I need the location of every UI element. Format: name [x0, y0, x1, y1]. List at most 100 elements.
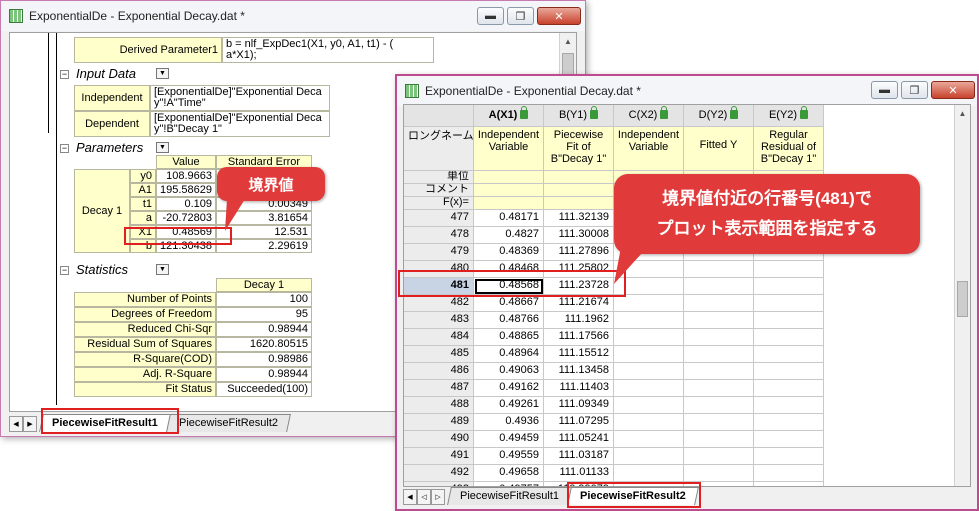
cell-a[interactable]: 0.49559 [474, 448, 544, 465]
empty-cell[interactable] [754, 431, 824, 448]
empty-cell[interactable] [684, 329, 754, 346]
empty-cell[interactable] [754, 363, 824, 380]
empty-cell[interactable] [614, 312, 684, 329]
meta-cell[interactable] [544, 197, 614, 210]
row-number[interactable]: 485 [404, 346, 474, 363]
empty-cell[interactable] [684, 278, 754, 295]
empty-cell[interactable] [754, 329, 824, 346]
cell-a[interactable]: 0.4827 [474, 227, 544, 244]
cell-a[interactable]: 0.49459 [474, 431, 544, 448]
meta-cell[interactable] [544, 171, 614, 184]
empty-cell[interactable] [614, 329, 684, 346]
tab-piecewise-fit-result-1[interactable]: PiecewiseFitResult1 [39, 414, 171, 432]
row-number[interactable]: 480 [404, 261, 474, 278]
meta-cell[interactable] [544, 184, 614, 197]
collapse-parameters-toggle[interactable]: − [60, 144, 69, 153]
long-name-cell[interactable]: Independent Variable [614, 127, 684, 171]
cell-b[interactable]: 111.1962 [544, 312, 614, 329]
close-button[interactable]: ✕ [537, 7, 581, 25]
cell-b[interactable]: 111.07295 [544, 414, 614, 431]
cell-a[interactable]: 0.48171 [474, 210, 544, 227]
empty-cell[interactable] [684, 448, 754, 465]
long-name-cell[interactable]: Regular Residual of B"Decay 1" [754, 127, 824, 171]
collapse-statistics-toggle[interactable]: − [60, 266, 69, 275]
cell-b[interactable]: 111.30008 [544, 227, 614, 244]
cell-a[interactable]: 0.48369 [474, 244, 544, 261]
row-number[interactable]: 482 [404, 295, 474, 312]
empty-cell[interactable] [754, 295, 824, 312]
row-number[interactable]: 487 [404, 380, 474, 397]
collapse-input-data-toggle[interactable]: − [60, 70, 69, 79]
tab-prev-icon[interactable]: ◀ [9, 416, 23, 432]
row-number[interactable]: 477 [404, 210, 474, 227]
row-number[interactable]: 489 [404, 414, 474, 431]
empty-cell[interactable] [614, 431, 684, 448]
tab-piecewise-fit-result-2[interactable]: PiecewiseFitResult2 [165, 414, 291, 432]
empty-cell[interactable] [614, 448, 684, 465]
empty-cell[interactable] [614, 363, 684, 380]
cell-a[interactable]: 0.48865 [474, 329, 544, 346]
scroll-up-icon[interactable]: ▲ [955, 105, 970, 122]
empty-cell[interactable] [684, 363, 754, 380]
cell-a[interactable]: 0.48468 [474, 261, 544, 278]
row-number[interactable]: 484 [404, 329, 474, 346]
empty-cell[interactable] [684, 397, 754, 414]
cell-b[interactable]: 111.15512 [544, 346, 614, 363]
row-number[interactable]: 488 [404, 397, 474, 414]
empty-cell[interactable] [684, 465, 754, 482]
row-number[interactable]: 486 [404, 363, 474, 380]
tab-first-icon[interactable]: ◀ [403, 489, 417, 505]
meta-cell[interactable] [474, 197, 544, 210]
empty-cell[interactable] [684, 261, 754, 278]
row-number[interactable]: 491 [404, 448, 474, 465]
empty-cell[interactable] [754, 312, 824, 329]
column-header[interactable]: D(Y2) [684, 105, 754, 127]
empty-cell[interactable] [614, 397, 684, 414]
cell-b[interactable]: 111.17566 [544, 329, 614, 346]
cell-a[interactable]: 0.49261 [474, 397, 544, 414]
tab-piecewise-fit-result-1[interactable]: PiecewiseFitResult1 [447, 487, 572, 505]
cell-b[interactable]: 111.27896 [544, 244, 614, 261]
column-header[interactable]: A(X1) [474, 105, 544, 127]
empty-cell[interactable] [614, 380, 684, 397]
maximize-button[interactable]: ❐ [901, 81, 928, 99]
close-button[interactable]: ✕ [931, 81, 975, 99]
report-titlebar[interactable]: ExponentialDe - Exponential Decay.dat * … [1, 1, 585, 31]
empty-cell[interactable] [684, 346, 754, 363]
cell-a[interactable]: 0.48568 [474, 278, 544, 295]
parameters-dropdown-icon[interactable]: ▼ [156, 142, 169, 153]
empty-cell[interactable] [754, 278, 824, 295]
cell-b[interactable]: 111.01133 [544, 465, 614, 482]
statistics-dropdown-icon[interactable]: ▼ [156, 264, 169, 275]
row-number[interactable]: 478 [404, 227, 474, 244]
empty-cell[interactable] [684, 431, 754, 448]
cell-b[interactable]: 111.13458 [544, 363, 614, 380]
maximize-button[interactable]: ❐ [507, 7, 534, 25]
meta-cell[interactable] [474, 171, 544, 184]
row-number[interactable]: 481 [404, 278, 474, 295]
empty-cell[interactable] [684, 414, 754, 431]
long-name-cell[interactable]: Fitted Y [684, 127, 754, 171]
cell-a[interactable]: 0.49162 [474, 380, 544, 397]
cell-a[interactable]: 0.4936 [474, 414, 544, 431]
cell-a[interactable]: 0.48766 [474, 312, 544, 329]
minimize-button[interactable]: ▬ [871, 81, 898, 99]
worksheet-vertical-scrollbar[interactable]: ▲ [954, 105, 970, 486]
tab-next-icon[interactable]: ▶ [23, 416, 37, 432]
tab-piecewise-fit-result-2[interactable]: PiecewiseFitResult2 [567, 487, 699, 505]
cell-a[interactable]: 0.48667 [474, 295, 544, 312]
empty-cell[interactable] [754, 465, 824, 482]
cell-a[interactable]: 0.48964 [474, 346, 544, 363]
column-header[interactable]: C(X2) [614, 105, 684, 127]
long-name-cell[interactable]: Piecewise Fit of B"Decay 1" [544, 127, 614, 171]
corner-cell[interactable] [404, 105, 474, 127]
empty-cell[interactable] [754, 346, 824, 363]
empty-cell[interactable] [684, 312, 754, 329]
empty-cell[interactable] [614, 346, 684, 363]
cell-b[interactable]: 111.25802 [544, 261, 614, 278]
empty-cell[interactable] [614, 465, 684, 482]
long-name-cell[interactable]: Independent Variable [474, 127, 544, 171]
worksheet-titlebar[interactable]: ExponentialDe - Exponential Decay.dat * … [397, 76, 977, 106]
input-data-dropdown-icon[interactable]: ▼ [156, 68, 169, 79]
cell-a[interactable]: 0.49658 [474, 465, 544, 482]
